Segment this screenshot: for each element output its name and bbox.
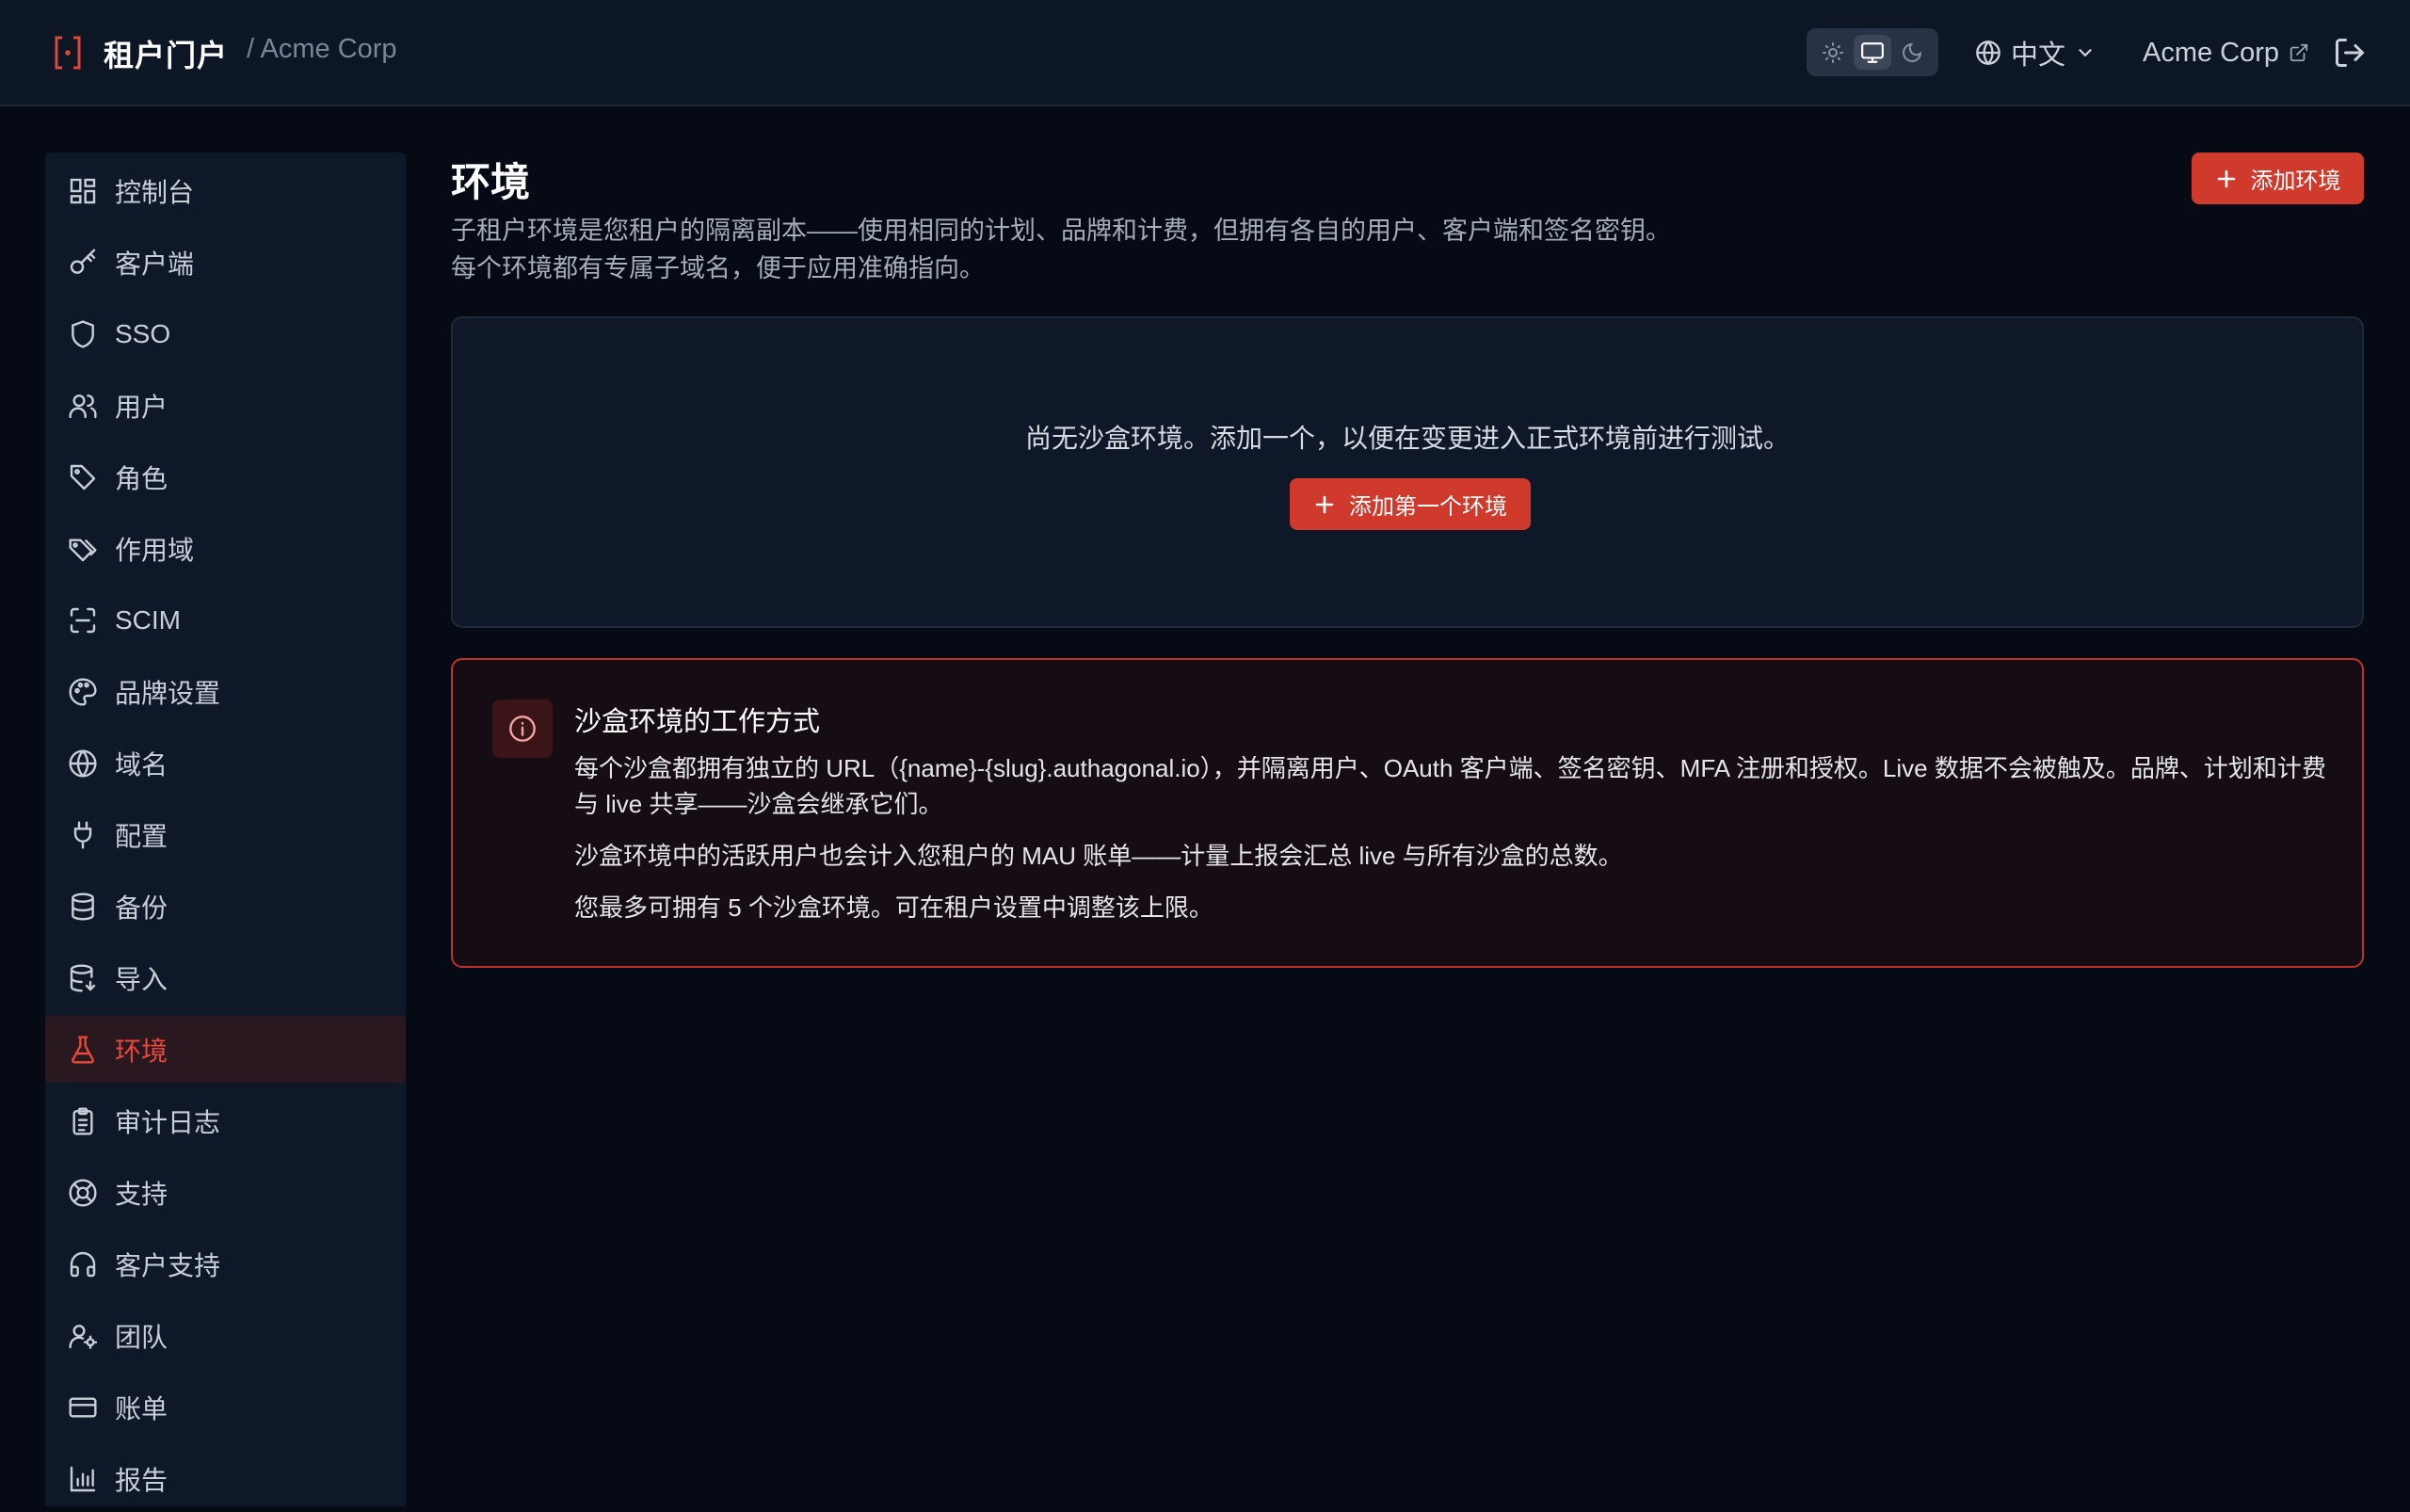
sidebar-item-label: 报告 <box>115 1465 169 1495</box>
sidebar-item-billing[interactable]: 账单 <box>45 1374 406 1440</box>
sidebar-item-customer-support[interactable]: 客户支持 <box>45 1231 406 1297</box>
clipboard-icon <box>72 1106 93 1135</box>
sidebar-item-branding[interactable]: 品牌设置 <box>45 658 406 725</box>
info-icon-container <box>492 700 553 758</box>
top-bar: 租户门户 / Acme Corp 中文 Acme Corp <box>0 0 2410 106</box>
tenant-name: Acme Corp <box>2143 37 2280 68</box>
theme-light-button[interactable] <box>1814 35 1852 70</box>
info-paragraph-1: 每个沙盒都拥有独立的 URL（{name}-{slug}.authagonal.… <box>574 754 2326 818</box>
sidebar-item-config[interactable]: 配置 <box>45 801 406 868</box>
credit-card-icon <box>69 1396 97 1418</box>
logo-icon[interactable] <box>53 34 83 72</box>
monitor-icon <box>1861 41 1884 63</box>
brand-title[interactable]: 租户门户 <box>104 32 228 75</box>
lifebuoy-icon <box>69 1178 97 1207</box>
empty-state-text: 尚无沙盒环境。添加一个，以便在变更进入正式环境前进行测试。 <box>1024 424 1790 453</box>
sidebar-item-scopes[interactable]: 作用域 <box>45 515 406 582</box>
tenant-link[interactable]: Acme Corp <box>2143 32 2309 73</box>
database-icon <box>72 892 94 921</box>
sidebar: 控制台 客户端 SSO 用户 角色 作用域 SCIM 品牌设置 域名 配置 备份… <box>45 153 406 1506</box>
sidebar-item-team[interactable]: 团队 <box>45 1302 406 1369</box>
sidebar-item-label: 域名 <box>115 749 169 780</box>
theme-switcher <box>1807 28 1938 76</box>
sidebar-item-label: 环境 <box>115 1036 169 1066</box>
plug-icon <box>73 820 92 849</box>
page-title: 环境 <box>451 160 531 204</box>
sidebar-item-label: 团队 <box>115 1322 169 1352</box>
moon-icon <box>1903 42 1922 62</box>
sidebar-item-label: 支持 <box>115 1179 169 1209</box>
globe-icon <box>69 748 97 778</box>
theme-dark-button[interactable] <box>1893 35 1931 70</box>
dashboard-icon <box>70 178 96 203</box>
sidebar-item-dashboard[interactable]: 控制台 <box>45 157 406 224</box>
page-description-line-1: 子租户环境是您租户的隔离副本——使用相同的计划、品牌和计费，但拥有各自的用户、客… <box>451 217 1671 245</box>
add-first-environment-label: 添加第一个环境 <box>1349 494 1507 520</box>
sidebar-item-label: 客户支持 <box>115 1250 221 1280</box>
page-description: 子租户环境是您租户的隔离副本——使用相同的计划、品牌和计费，但拥有各自的用户、客… <box>451 212 1863 287</box>
info-callout: 沙盒环境的工作方式 每个沙盒都拥有独立的 URL（{name}-{slug}.a… <box>451 658 2364 968</box>
info-icon <box>509 716 536 742</box>
key-icon <box>70 248 96 274</box>
breadcrumb: / Acme Corp <box>247 34 397 64</box>
sidebar-item-label: 备份 <box>115 893 169 923</box>
scan-icon <box>70 607 96 633</box>
tags-icon <box>69 538 97 561</box>
palette-icon <box>69 677 97 706</box>
add-first-environment-button[interactable]: 添加第一个环境 <box>1290 478 1531 530</box>
add-environment-label: 添加环境 <box>2250 169 2341 194</box>
sidebar-item-label: SSO <box>115 318 171 348</box>
shield-icon <box>72 319 94 348</box>
tag-icon <box>70 464 96 490</box>
plus-icon <box>1315 495 1334 513</box>
info-paragraph-3: 您最多可拥有 5 个沙盒环境。可在租户设置中调整该上限。 <box>574 893 1213 922</box>
sidebar-item-label: 角色 <box>115 463 169 493</box>
sidebar-item-label: 账单 <box>115 1393 169 1424</box>
sidebar-item-label: 客户端 <box>115 249 195 279</box>
database-import-icon <box>70 963 96 992</box>
sidebar-item-label: 审计日志 <box>115 1107 221 1137</box>
sidebar-item-support[interactable]: 支持 <box>45 1159 406 1226</box>
external-link-icon <box>2290 43 2308 62</box>
language-label: 中文 <box>2011 40 2066 71</box>
sidebar-item-sso[interactable]: SSO <box>45 300 406 367</box>
headphones-icon <box>70 1251 96 1277</box>
logout-icon[interactable] <box>2333 36 2367 70</box>
sidebar-item-label: 作用域 <box>115 535 195 565</box>
sidebar-item-label: 用户 <box>115 392 169 422</box>
globe-icon <box>1976 40 2000 65</box>
sidebar-item-label: 品牌设置 <box>115 678 221 708</box>
user-cog-icon <box>69 1324 98 1349</box>
sidebar-item-import[interactable]: 导入 <box>45 944 406 1011</box>
sidebar-item-label: SCIM <box>115 604 181 635</box>
sidebar-item-clients[interactable]: 客户端 <box>45 229 406 296</box>
flask-icon <box>72 1035 94 1064</box>
sidebar-item-users[interactable]: 用户 <box>45 372 406 439</box>
add-environment-button[interactable]: 添加环境 <box>2192 153 2364 204</box>
page-description-line-2: 每个环境都有专属子域名，便于应用准确指向。 <box>451 254 985 282</box>
plus-icon <box>2217 169 2235 187</box>
empty-state-card: 尚无沙盒环境。添加一个，以便在变更进入正式环境前进行测试。 添加第一个环境 <box>451 316 2364 628</box>
info-title: 沙盒环境的工作方式 <box>574 707 821 737</box>
chevron-down-icon <box>2079 49 2092 57</box>
info-body: 每个沙盒都拥有独立的 URL（{name}-{slug}.authagonal.… <box>574 750 2335 941</box>
sun-icon <box>1823 41 1843 63</box>
sidebar-item-reports[interactable]: 报告 <box>45 1445 406 1512</box>
sidebar-item-domains[interactable]: 域名 <box>45 730 406 796</box>
sidebar-item-scim[interactable]: SCIM <box>45 587 406 653</box>
users-icon <box>69 394 97 418</box>
sidebar-item-backup[interactable]: 备份 <box>45 873 406 940</box>
sidebar-item-label: 控制台 <box>115 177 195 207</box>
bar-chart-icon <box>70 1466 96 1491</box>
info-paragraph-2: 沙盒环境中的活跃用户也会计入您租户的 MAU 账单——计量上报会汇总 live … <box>574 842 1623 870</box>
sidebar-item-label: 配置 <box>115 821 169 851</box>
sidebar-item-label: 导入 <box>115 964 169 994</box>
sidebar-item-environments[interactable]: 环境 <box>45 1016 406 1083</box>
theme-system-button[interactable] <box>1854 35 1891 70</box>
language-selector[interactable]: 中文 <box>1975 32 2096 73</box>
sidebar-item-roles[interactable]: 角色 <box>45 443 406 510</box>
sidebar-item-audit-log[interactable]: 审计日志 <box>45 1087 406 1154</box>
